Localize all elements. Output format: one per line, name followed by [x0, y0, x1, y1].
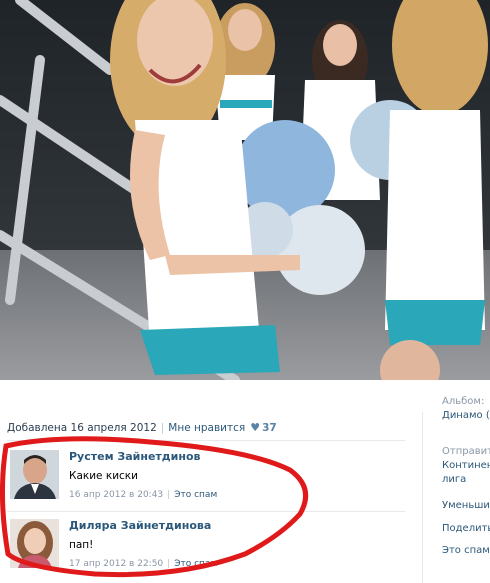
comment-text: пап!: [69, 539, 94, 551]
heart-icon[interactable]: ♥: [250, 421, 260, 434]
comment-text: Какие киски: [69, 470, 138, 482]
like-count[interactable]: 37: [262, 422, 277, 434]
report-spam-link[interactable]: Это спам: [174, 559, 217, 569]
reduce-link[interactable]: Уменьшит: [442, 500, 490, 511]
added-date: Добавлена 16 апреля 2012: [7, 422, 157, 434]
avatar[interactable]: [10, 519, 59, 568]
photo-meta: Добавлена 16 апреля 2012 | Мне нравится ♥ 37: [7, 421, 277, 434]
divider: [7, 440, 405, 441]
sender-label: Отправит: [442, 446, 490, 457]
avatar[interactable]: [10, 450, 59, 499]
comment-author[interactable]: Рустем Зайнетдинов: [69, 450, 201, 463]
comment-item: Рустем Зайнетдинов Какие киски 16 апр 20…: [7, 448, 405, 508]
report-spam-link[interactable]: Это спам: [174, 490, 217, 500]
photo[interactable]: [0, 0, 490, 380]
divider: [7, 511, 405, 512]
comment-meta: 17 апр 2012 в 22:50 | Это спам: [69, 559, 217, 569]
sender-link-line2[interactable]: лига: [442, 474, 466, 485]
like-button[interactable]: Мне нравится: [168, 422, 245, 434]
comment-date[interactable]: 16 апр 2012 в 20:43: [69, 490, 163, 500]
report-spam-sidebar-link[interactable]: Это спам: [442, 545, 490, 556]
separator: |: [167, 559, 171, 569]
comment-date[interactable]: 17 апр 2012 в 22:50: [69, 559, 163, 569]
comment-item: Диляра Зайнетдинова пап! 17 апр 2012 в 2…: [7, 517, 405, 577]
album-label: Альбом:: [442, 396, 485, 407]
share-link[interactable]: Поделить: [442, 523, 490, 534]
sender-link[interactable]: Континен: [442, 460, 490, 471]
comment-author[interactable]: Диляра Зайнетдинова: [69, 519, 211, 532]
comment-meta: 16 апр 2012 в 20:43 | Это спам: [69, 490, 217, 500]
album-link[interactable]: Динамо (: [442, 410, 490, 421]
separator: |: [167, 490, 171, 500]
sidebar-divider: [422, 412, 423, 583]
separator: |: [160, 422, 165, 434]
